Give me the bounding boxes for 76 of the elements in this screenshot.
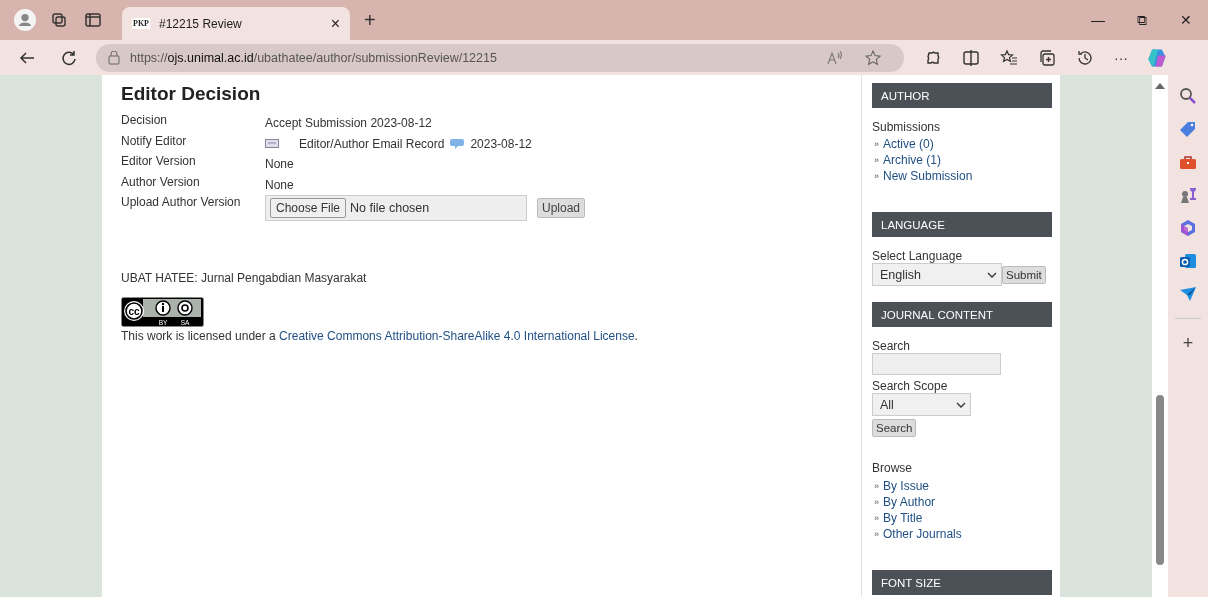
bullet: »	[874, 528, 879, 541]
address-bar[interactable]: https://ojs.unimal.ac.id/ubathatee/author/submissionReview/12215	[96, 43, 904, 72]
history-icon[interactable]	[1076, 48, 1094, 67]
more-button[interactable]: ···	[1114, 49, 1128, 66]
bullet: »	[874, 154, 879, 167]
sidebar-link[interactable]: By Author	[883, 494, 936, 510]
split-screen-icon[interactable]	[962, 48, 980, 67]
language-select[interactable]: English	[872, 263, 1002, 286]
browser-tab[interactable]: PKP #12215 Review ×	[122, 7, 350, 40]
upload-button[interactable]: Upload	[537, 198, 586, 218]
bullet: »	[874, 138, 879, 151]
toolbox-icon[interactable]	[1179, 153, 1197, 171]
office-icon[interactable]	[1179, 219, 1197, 237]
block-heading: Submissions	[872, 120, 942, 134]
search-button[interactable]: Search	[872, 419, 917, 437]
license-link[interactable]: Creative Commons Attribution-ShareAlike 4.0 International License	[279, 329, 635, 343]
license-text: This work is licensed under a Creative Commons Attribution-ShareAlike 4.0 International License.	[121, 329, 639, 343]
chess-pieces-icon[interactable]	[1179, 186, 1197, 204]
bullet: »	[874, 512, 879, 525]
block-header: FONT SIZE	[872, 570, 1052, 595]
favorites-icon[interactable]	[1000, 48, 1018, 67]
row-value: None	[265, 177, 294, 192]
field-label: Search Scope	[872, 379, 949, 393]
email-record-link[interactable]: Editor/Author Email Record	[299, 136, 445, 151]
tab-actions-icon[interactable]	[84, 11, 102, 29]
block-header: JOURNAL CONTENT	[872, 302, 1052, 327]
scrollbar-thumb[interactable]	[1156, 395, 1164, 565]
sidebar-link[interactable]: Other Journals	[883, 526, 962, 542]
bullet: »	[874, 480, 879, 493]
scope-select[interactable]: All	[872, 393, 971, 416]
row-label: Author Version	[121, 174, 201, 191]
row-label: Decision	[121, 113, 169, 129]
window-control[interactable]: ✕	[1164, 12, 1208, 28]
add-button[interactable]: +	[1182, 334, 1194, 352]
row-label: Notify Editor	[121, 133, 188, 150]
bullet: »	[874, 170, 879, 183]
sidebar-link[interactable]: By Title	[883, 510, 923, 526]
window-control[interactable]: —	[1076, 12, 1120, 28]
section-title: Editor Decision	[121, 83, 262, 105]
outlook-icon[interactable]	[1179, 252, 1197, 270]
bullet: »	[874, 496, 879, 509]
refresh-icon[interactable]	[60, 48, 78, 67]
scroll-up-icon[interactable]	[1155, 82, 1165, 89]
journal-name: UBAT HATEE: Jurnal Pengabdian Masyarakat	[121, 271, 368, 285]
lock-icon	[108, 50, 120, 65]
sidebar-link[interactable]: Active (0)	[883, 136, 934, 152]
collections-icon[interactable]	[1038, 48, 1056, 67]
chevron-icon	[956, 401, 966, 408]
block-header: LANGUAGE	[872, 212, 1052, 237]
new-tab-button[interactable]: +	[364, 8, 376, 32]
sidebar-link[interactable]: By Issue	[883, 478, 930, 494]
paper-plane-icon[interactable]	[1179, 285, 1197, 303]
sidebar-link[interactable]: New Submission	[883, 168, 973, 184]
favorite-icon[interactable]	[864, 48, 882, 67]
row-value: 2023-08-12	[470, 136, 532, 151]
row-value: Accept Submission 2023-08-12	[265, 116, 432, 131]
sidebar-link[interactable]: Archive (1)	[883, 152, 942, 168]
workspaces-icon[interactable]	[50, 11, 68, 29]
window-control[interactable]: ⧉	[1120, 11, 1164, 29]
read-aloud-icon[interactable]	[826, 48, 844, 67]
block-heading: Browse	[872, 461, 913, 475]
block-header: AUTHOR	[872, 83, 1052, 108]
row-label: Editor Version	[121, 154, 197, 170]
submit-button[interactable]: Submit	[1002, 265, 1046, 284]
search-field[interactable]	[872, 353, 1001, 375]
tag-icon[interactable]	[1179, 120, 1197, 138]
profile-icon[interactable]	[14, 9, 36, 31]
row-value: None	[265, 157, 294, 172]
row-label: Upload Author Version	[121, 195, 242, 211]
search-icon[interactable]	[1179, 87, 1197, 105]
chevron-icon	[987, 271, 997, 278]
file-input[interactable]: Choose File No file chosen	[265, 195, 527, 221]
field-label: Search	[872, 339, 912, 353]
envelope-icon[interactable]	[265, 139, 279, 149]
copilot-icon[interactable]	[1146, 46, 1168, 69]
field-label: Select Language	[872, 249, 964, 263]
